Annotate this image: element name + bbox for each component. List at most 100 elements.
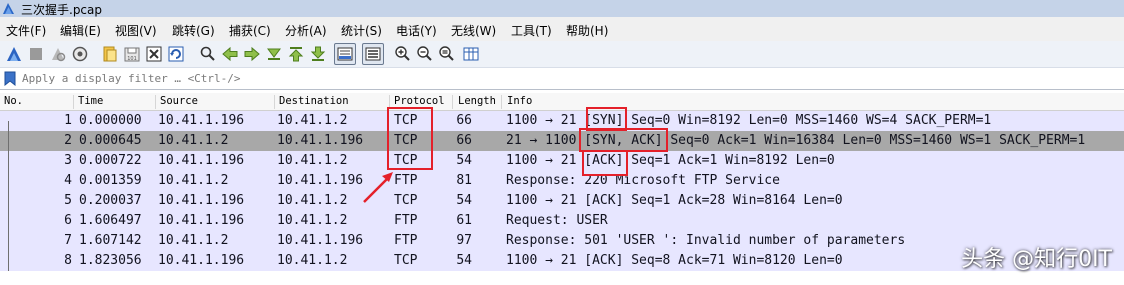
column-header-info[interactable]: Info: [507, 95, 532, 107]
menu-capture[interactable]: 捕获(C): [229, 22, 271, 39]
capture-options-icon[interactable]: [71, 45, 89, 63]
packet-info: Response: 220 Microsoft FTP Service: [506, 173, 780, 188]
restart-capture-icon[interactable]: [49, 45, 67, 63]
packet-row[interactable]: 7 1.607142 10.41.1.2 10.41.1.196 FTP 97 …: [0, 231, 1124, 251]
open-file-icon[interactable]: [101, 45, 119, 63]
start-capture-icon[interactable]: [5, 45, 23, 63]
zoom-in-icon[interactable]: [394, 45, 412, 63]
packet-number: 8: [64, 253, 72, 268]
packet-length: 81: [456, 173, 472, 188]
packet-time: 0.000000: [79, 113, 142, 128]
packet-length: 97: [456, 233, 472, 248]
go-first-packet-icon[interactable]: [287, 45, 305, 63]
packet-length: 61: [456, 213, 472, 228]
zoom-normal-icon[interactable]: [438, 45, 456, 63]
conversation-bracket: [8, 121, 16, 271]
svg-text:101: 101: [127, 56, 137, 62]
packet-info: 1100 → 21 [ACK] Seq=8 Ack=71 Win=8120 Le…: [506, 253, 843, 268]
column-header-protocol[interactable]: Protocol: [394, 95, 445, 107]
resize-columns-icon[interactable]: [462, 45, 480, 63]
packet-protocol: TCP: [394, 253, 418, 268]
packet-number: 6: [64, 213, 72, 228]
column-divider[interactable]: [389, 95, 390, 109]
packet-destination: 10.41.1.2: [277, 193, 348, 208]
zoom-out-icon[interactable]: [416, 45, 434, 63]
packet-protocol: FTP: [394, 233, 418, 248]
packet-time: 1.823056: [79, 253, 142, 268]
packet-length: 66: [456, 133, 472, 148]
reload-file-icon[interactable]: [167, 45, 185, 63]
find-packet-icon[interactable]: [199, 45, 217, 63]
column-header-length[interactable]: Length: [458, 95, 496, 107]
packet-row[interactable]: 3 0.000722 10.41.1.196 10.41.1.2 TCP 54 …: [0, 151, 1124, 171]
column-header-time[interactable]: Time: [78, 95, 103, 107]
save-file-icon[interactable]: 101: [123, 45, 141, 63]
close-file-icon[interactable]: [145, 45, 163, 63]
packet-row[interactable]: 8 1.823056 10.41.1.196 10.41.1.2 TCP 54 …: [0, 251, 1124, 271]
packet-row[interactable]: 4 0.001359 10.41.1.2 10.41.1.196 FTP 81 …: [0, 171, 1124, 191]
column-header-no[interactable]: No.: [4, 95, 23, 107]
packet-row[interactable]: 5 0.200037 10.41.1.196 10.41.1.2 TCP 54 …: [0, 191, 1124, 211]
packet-info: 21 → 1100 [SYN, ACK] Seq=0 Ack=1 Win=163…: [506, 133, 1086, 148]
menu-help[interactable]: 帮助(H): [566, 22, 608, 39]
packet-protocol: FTP: [394, 213, 418, 228]
autoscroll-icon[interactable]: [334, 43, 356, 65]
packet-destination: 10.41.1.2: [277, 213, 348, 228]
menu-wireless[interactable]: 无线(W): [451, 22, 496, 39]
packet-source: 10.41.1.196: [158, 113, 245, 128]
packet-protocol: FTP: [394, 173, 418, 188]
packet-source: 10.41.1.2: [158, 233, 229, 248]
packet-number: 1: [64, 113, 72, 128]
menu-analyze[interactable]: 分析(A): [285, 22, 327, 39]
main-toolbar: 101: [0, 41, 1124, 68]
go-to-packet-icon[interactable]: [265, 45, 283, 63]
display-filter-input[interactable]: [20, 69, 1120, 88]
stop-capture-icon[interactable]: [27, 45, 45, 63]
go-back-icon[interactable]: [221, 45, 239, 63]
column-divider[interactable]: [274, 95, 275, 109]
packet-source: 10.41.1.196: [158, 153, 245, 168]
colorize-icon[interactable]: [362, 43, 384, 65]
menu-bar: 文件(F) 编辑(E) 视图(V) 跳转(G) 捕获(C) 分析(A) 统计(S…: [0, 17, 1124, 41]
menu-statistics[interactable]: 统计(S): [341, 22, 382, 39]
packet-source: 10.41.1.196: [158, 193, 245, 208]
packet-row[interactable]: 6 1.606497 10.41.1.196 10.41.1.2 FTP 61 …: [0, 211, 1124, 231]
menu-view[interactable]: 视图(V): [115, 22, 157, 39]
packet-destination: 10.41.1.196: [277, 233, 364, 248]
packet-row-selected[interactable]: 2 0.000645 10.41.1.2 10.41.1.196 TCP 66 …: [0, 131, 1124, 151]
packet-time: 0.001359: [79, 173, 142, 188]
packet-time: 0.200037: [79, 193, 142, 208]
packet-destination: 10.41.1.2: [277, 113, 348, 128]
go-forward-icon[interactable]: [243, 45, 261, 63]
packet-row[interactable]: 1 10.41.1.196 0.000000 10.41.1.2 TCP 66 …: [0, 111, 1124, 131]
column-divider[interactable]: [452, 95, 453, 109]
packet-destination: 10.41.1.196: [277, 133, 364, 148]
packet-length: 54: [456, 153, 472, 168]
packet-time: 0.000722: [79, 153, 142, 168]
packet-number: 5: [64, 193, 72, 208]
packet-time: 0.000645: [79, 133, 142, 148]
menu-telephony[interactable]: 电话(Y): [396, 22, 437, 39]
packet-source: 10.41.1.2: [158, 133, 229, 148]
packet-number: 7: [64, 233, 72, 248]
display-filter-bar: [0, 68, 1124, 90]
column-header-source[interactable]: Source: [160, 95, 198, 107]
packet-time: 1.606497: [79, 213, 142, 228]
menu-edit[interactable]: 编辑(E): [60, 22, 101, 39]
packet-info: Request: USER: [506, 213, 608, 228]
menu-file[interactable]: 文件(F): [6, 22, 46, 39]
packet-source: 10.41.1.196: [158, 213, 245, 228]
bookmark-icon[interactable]: [4, 71, 16, 86]
menu-go[interactable]: 跳转(G): [172, 22, 215, 39]
packet-info: Response: 501 'USER ': Invalid number of…: [506, 233, 906, 248]
packet-source: 10.41.1.2: [158, 173, 229, 188]
packet-info: 1100 → 21 [SYN] Seq=0 Win=8192 Len=0 MSS…: [506, 113, 992, 128]
menu-tools[interactable]: 工具(T): [511, 22, 552, 39]
go-last-packet-icon[interactable]: [309, 45, 327, 63]
column-header-destination[interactable]: Destination: [279, 95, 349, 107]
column-divider[interactable]: [155, 95, 156, 109]
title-bar: 三次握手.pcap: [0, 0, 1124, 17]
packet-destination: 10.41.1.196: [277, 173, 364, 188]
column-divider[interactable]: [501, 95, 502, 109]
column-divider[interactable]: [73, 95, 74, 109]
